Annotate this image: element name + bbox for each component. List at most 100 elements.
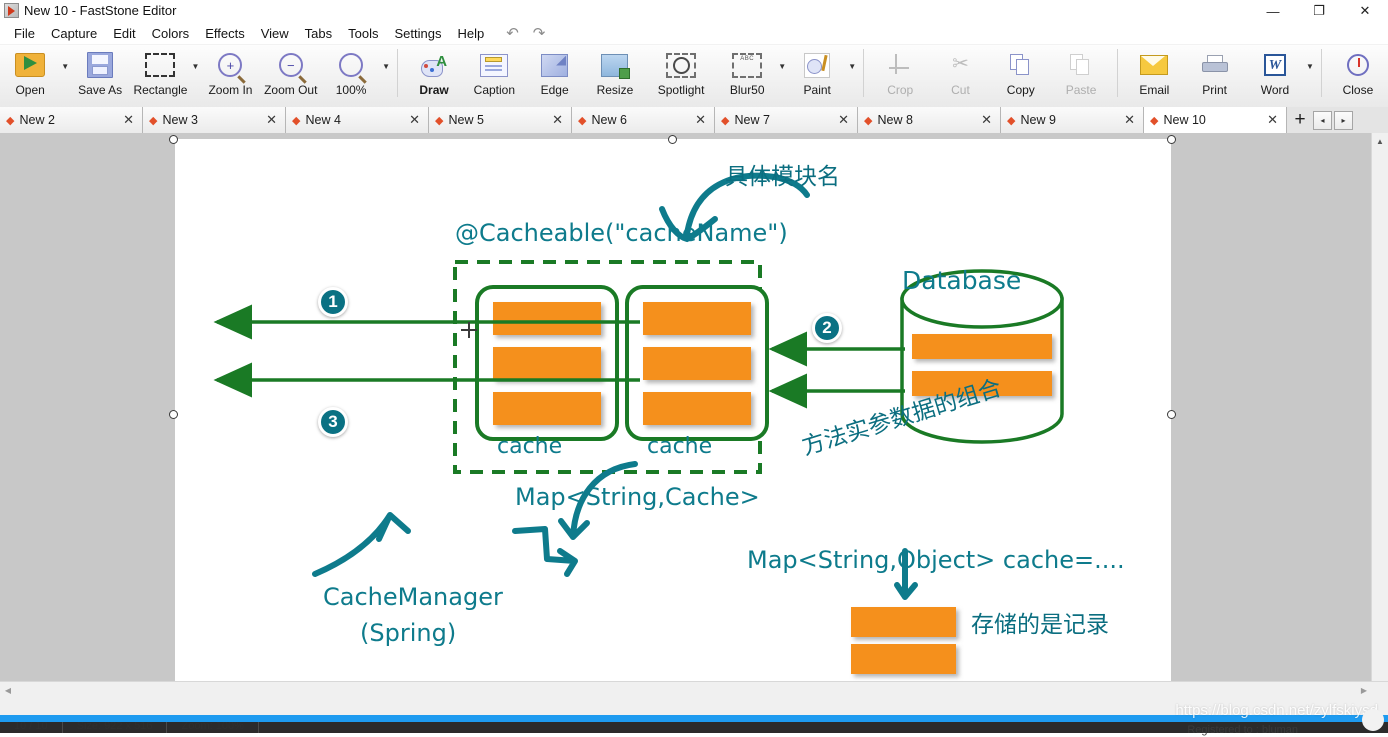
open-dropdown-caret-icon[interactable]: ▼ xyxy=(60,45,70,103)
label-annotation-top-cn: 具体模块名 xyxy=(725,164,840,190)
menu-tabs[interactable]: Tabs xyxy=(297,24,340,43)
tab-scroll-left-icon[interactable]: ◂ xyxy=(1313,110,1332,130)
status-bar: 10 / 10 Size: 922 x 516 Zoom: 100% Regis… xyxy=(0,702,1388,736)
zoom-dropdown-caret-icon[interactable]: ▼ xyxy=(381,45,391,103)
tab-diamond-icon: ◆ xyxy=(578,114,587,127)
toolbar-word-button[interactable]: W Word xyxy=(1245,45,1305,105)
word-dropdown-caret-icon[interactable]: ▼ xyxy=(1305,45,1315,103)
tab-close-icon[interactable]: ✕ xyxy=(693,112,708,128)
draw-palette-icon: A xyxy=(417,50,451,80)
toolbar-print-label: Print xyxy=(1202,83,1227,97)
resize-handle-middle-left[interactable] xyxy=(169,410,178,419)
label-cachemanager: CacheManager xyxy=(323,583,503,611)
magnifier-plus-icon: + xyxy=(213,50,247,80)
blur-dropdown-caret-icon[interactable]: ▼ xyxy=(777,45,787,103)
menu-effects[interactable]: Effects xyxy=(197,24,253,43)
tab-diamond-icon: ◆ xyxy=(1007,114,1016,127)
toolbar-email-button[interactable]: Email xyxy=(1124,45,1184,105)
undo-icon[interactable]: ↶ xyxy=(506,24,519,42)
horizontal-scrollbar[interactable]: ◀ ▶ xyxy=(0,681,1388,698)
tab-label: New 3 xyxy=(162,113,198,127)
rectangle-dropdown-caret-icon[interactable]: ▼ xyxy=(191,45,201,103)
vertical-scrollbar[interactable]: ▲ ▼ xyxy=(1371,133,1388,698)
toolbar-zoom-100-label: 100% xyxy=(335,83,367,97)
tab-new-8[interactable]: ◆ New 8 ✕ xyxy=(858,107,1001,133)
tab-close-icon[interactable]: ✕ xyxy=(121,112,136,128)
redo-icon[interactable]: ↷ xyxy=(533,24,546,42)
toolbar-resize-button[interactable]: Resize xyxy=(585,45,645,105)
toolbar-email-label: Email xyxy=(1139,83,1170,97)
magnifier-minus-icon: − xyxy=(274,50,308,80)
menu-tools[interactable]: Tools xyxy=(340,24,386,43)
toolbar-edge-button[interactable]: Edge xyxy=(525,45,585,105)
label-cachemanager-spring: (Spring) xyxy=(360,619,457,647)
menu-capture[interactable]: Capture xyxy=(43,24,105,43)
caption-icon xyxy=(477,50,511,80)
tab-new-5[interactable]: ◆ New 5 ✕ xyxy=(429,107,572,133)
toolbar-copy-button[interactable]: Copy xyxy=(991,45,1051,105)
toolbar-close-label: Close xyxy=(1342,83,1374,97)
menu-colors[interactable]: Colors xyxy=(144,24,198,43)
toolbar-zoom-out-button[interactable]: − Zoom Out xyxy=(261,45,321,105)
copy-icon xyxy=(1004,50,1038,80)
minimize-icon[interactable]: — xyxy=(1250,0,1296,22)
toolbar-caption-button[interactable]: Caption xyxy=(464,45,524,105)
menu-help[interactable]: Help xyxy=(449,24,492,43)
label-annotation-bottom-cn: 存储的是记录 xyxy=(971,612,1109,638)
toolbar-print-button[interactable]: Print xyxy=(1185,45,1245,105)
tab-close-icon[interactable]: ✕ xyxy=(1122,112,1137,128)
resize-handle-top-center[interactable] xyxy=(668,135,677,144)
menu-file[interactable]: File xyxy=(6,24,43,43)
faststone-editor-window: New 10 - FastStone Editor — ❐ ✕ File Cap… xyxy=(0,0,1388,736)
toolbar-close-button[interactable]: Close xyxy=(1328,45,1388,105)
toolbar-draw-button[interactable]: A Draw xyxy=(404,45,464,105)
tab-new-10[interactable]: ◆ New 10 ✕ xyxy=(1144,107,1287,133)
tab-label: New 9 xyxy=(1020,113,1056,127)
toolbar-paint-label: Paint xyxy=(803,83,831,97)
tab-new-3[interactable]: ◆ New 3 ✕ xyxy=(143,107,286,133)
undo-redo-group: ↶ ↷ xyxy=(506,24,545,42)
tab-close-icon[interactable]: ✕ xyxy=(407,112,422,128)
toolbar-rectangle-label: Rectangle xyxy=(133,83,188,97)
blog-watermark: https://blog.csdn.net/zylfskiysd xyxy=(1175,702,1378,719)
toolbar-rectangle-button[interactable]: Rectangle xyxy=(130,45,190,105)
menu-settings[interactable]: Settings xyxy=(386,24,449,43)
toolbar-zoom-in-button[interactable]: + Zoom In xyxy=(200,45,260,105)
tab-new-6[interactable]: ◆ New 6 ✕ xyxy=(572,107,715,133)
toolbar-zoom-100-button[interactable]: 100% xyxy=(321,45,381,105)
toolbar-crop-button[interactable]: Crop xyxy=(870,45,930,105)
tab-close-icon[interactable]: ✕ xyxy=(836,112,851,128)
label-cache-left: cache xyxy=(497,434,563,459)
editor-work-area[interactable]: 具体模块名 @Cacheable("cacheName") Database c… xyxy=(0,133,1388,698)
menu-view[interactable]: View xyxy=(253,24,297,43)
tab-close-icon[interactable]: ✕ xyxy=(1265,112,1280,128)
toolbar-open-button[interactable]: Open xyxy=(0,45,60,105)
toolbar-cut-button[interactable]: ✂ Cut xyxy=(930,45,990,105)
toolbar-blur-button[interactable]: ABC Blur50 xyxy=(717,45,777,105)
resize-handle-middle-right[interactable] xyxy=(1167,410,1176,419)
spotlight-icon xyxy=(664,50,698,80)
tab-scroll-right-icon[interactable]: ▸ xyxy=(1334,110,1353,130)
tab-new-9[interactable]: ◆ New 9 ✕ xyxy=(1001,107,1144,133)
scroll-up-icon[interactable]: ▲ xyxy=(1372,133,1388,149)
paint-dropdown-caret-icon[interactable]: ▼ xyxy=(847,45,857,103)
tab-new-4[interactable]: ◆ New 4 ✕ xyxy=(286,107,429,133)
tab-new-7[interactable]: ◆ New 7 ✕ xyxy=(715,107,858,133)
toolbar-paint-button[interactable]: Paint xyxy=(787,45,847,105)
resize-icon xyxy=(598,50,632,80)
resize-handle-top-right[interactable] xyxy=(1167,135,1176,144)
resize-handle-top-left[interactable] xyxy=(169,135,178,144)
new-tab-button[interactable]: + xyxy=(1287,107,1313,133)
menu-edit[interactable]: Edit xyxy=(105,24,143,43)
toolbar-spotlight-button[interactable]: Spotlight xyxy=(645,45,717,105)
tab-close-icon[interactable]: ✕ xyxy=(264,112,279,128)
tab-new-2[interactable]: ◆ New 2 ✕ xyxy=(0,107,143,133)
tab-close-icon[interactable]: ✕ xyxy=(979,112,994,128)
maximize-icon[interactable]: ❐ xyxy=(1296,0,1342,22)
toolbar-paste-button[interactable]: Paste xyxy=(1051,45,1111,105)
scroll-left-icon[interactable]: ◀ xyxy=(0,682,16,698)
scroll-right-icon[interactable]: ▶ xyxy=(1356,682,1372,698)
toolbar-save-as-button[interactable]: Save As xyxy=(70,45,130,105)
image-canvas[interactable]: 具体模块名 @Cacheable("cacheName") Database c… xyxy=(175,139,1171,687)
tab-close-icon[interactable]: ✕ xyxy=(550,112,565,128)
